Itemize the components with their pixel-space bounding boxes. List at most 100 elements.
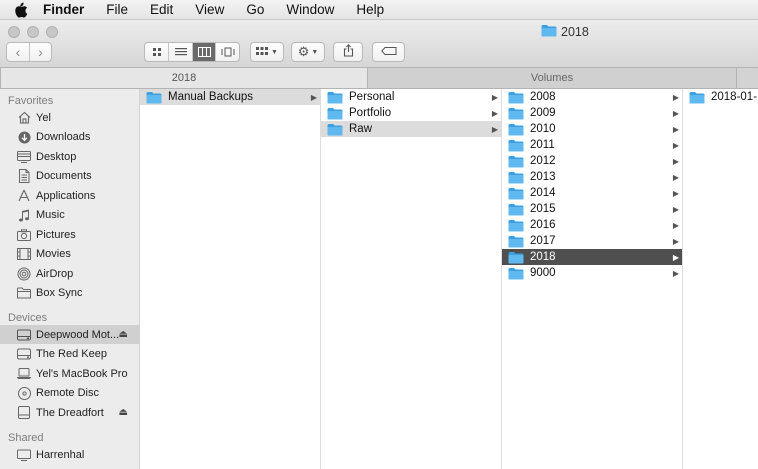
tag-button[interactable] (372, 42, 405, 62)
sidebar-item-box-sync[interactable]: Box Sync (0, 284, 139, 303)
sidebar-item-applications[interactable]: Applications (0, 186, 139, 205)
list-item[interactable]: 2008 ▶ (502, 89, 682, 105)
list-item-label: 2010 (530, 123, 556, 135)
zoom-window-button[interactable] (46, 26, 58, 38)
back-forward-buttons: ‹ › (6, 42, 52, 62)
eject-icon[interactable]: ⏏ (119, 329, 128, 340)
disclosure-arrow-icon: ▶ (491, 92, 498, 102)
sidebar-item-pictures[interactable]: Pictures (0, 225, 139, 244)
sidebar-item-remote-disc[interactable]: Remote Disc (0, 384, 139, 403)
eject-icon[interactable]: ⏏ (119, 407, 128, 418)
disclosure-arrow-icon: ▶ (672, 140, 679, 150)
drive-icon (17, 406, 31, 420)
forward-icon[interactable]: › (28, 43, 51, 61)
list-item-label: 2011 (530, 139, 555, 151)
sidebar-item-movies[interactable]: Movies (0, 245, 139, 264)
menu-finder[interactable]: Finder (43, 2, 84, 17)
sidebar-item-yel[interactable]: Yel (0, 108, 139, 127)
sidebar-item-airdrop[interactable]: AirDrop (0, 264, 139, 283)
list-item-label: 2016 (530, 219, 556, 231)
close-window-button[interactable] (8, 26, 20, 38)
list-item-label: 2009 (530, 107, 556, 119)
list-item[interactable]: 2016 ▶ (502, 217, 682, 233)
tab-bar: 2018 Volumes (0, 68, 758, 89)
list-item-label: 2018-01- (711, 91, 758, 103)
menu-help[interactable]: Help (356, 2, 384, 17)
list-item-label: 2015 (530, 203, 556, 215)
list-item[interactable]: 2010 ▶ (502, 121, 682, 137)
share-button[interactable] (333, 42, 363, 62)
downloads-icon (17, 130, 31, 144)
list-item[interactable]: Manual Backups ▶ (140, 89, 320, 105)
list-item-selected[interactable]: 2018 ▶ (502, 249, 682, 265)
window-toolbar: 2018 ‹ › ▼ ⚙ ▼ (0, 20, 758, 68)
tab-volumes[interactable]: Volumes (368, 68, 737, 88)
list-item[interactable]: Raw ▶ (321, 121, 501, 137)
sidebar-item-downloads[interactable]: Downloads (0, 128, 139, 147)
list-item[interactable]: 2018-01- (683, 89, 758, 105)
sidebar-item-music[interactable]: Music (0, 206, 139, 225)
menu-bar: Finder File Edit View Go Window Help (0, 0, 758, 20)
folder-icon (508, 235, 524, 248)
sidebar-item-deepwood-motte[interactable]: Deepwood Mot... ⏏ (0, 325, 139, 344)
folder-icon (508, 203, 524, 216)
list-item[interactable]: Portfolio ▶ (321, 105, 501, 121)
arrange-icon (256, 46, 269, 59)
sidebar-item-the-red-keep[interactable]: The Red Keep (0, 345, 139, 364)
list-item[interactable]: 2011 ▶ (502, 137, 682, 153)
sidebar-item-macbook-pro[interactable]: Yel's MacBook Pro (0, 364, 139, 383)
column-view-icon[interactable] (191, 43, 216, 61)
disclosure-arrow-icon: ▶ (672, 220, 679, 230)
sidebar-header-devices: Devices (8, 312, 48, 324)
apple-icon[interactable] (13, 1, 31, 18)
menu-go[interactable]: Go (246, 2, 264, 17)
menu-file[interactable]: File (106, 2, 128, 17)
sidebar-item-harrenhal[interactable]: Harrenhal (0, 445, 139, 464)
list-item-label: Personal (349, 91, 395, 103)
list-item-label: 2017 (530, 235, 556, 247)
list-item[interactable]: 2015 ▶ (502, 201, 682, 217)
menu-view[interactable]: View (195, 2, 224, 17)
list-item[interactable]: 2012 ▶ (502, 153, 682, 169)
disclosure-arrow-icon: ▶ (672, 92, 679, 102)
list-item[interactable]: 2017 ▶ (502, 233, 682, 249)
tab-2018[interactable]: 2018 (0, 68, 368, 88)
arrange-button[interactable]: ▼ (250, 42, 284, 62)
sidebar-header-favorites: Favorites (8, 95, 54, 107)
action-button[interactable]: ⚙ ▼ (291, 42, 325, 62)
disclosure-arrow-icon: ▶ (491, 124, 498, 134)
disclosure-arrow-icon: ▶ (672, 252, 679, 262)
sidebar: Favorites Yel Downloads Desktop Document… (0, 89, 140, 469)
home-icon (17, 111, 31, 125)
menu-edit[interactable]: Edit (150, 2, 173, 17)
list-item[interactable]: Personal ▶ (321, 89, 501, 105)
disc-icon (17, 386, 31, 400)
list-item[interactable]: 2014 ▶ (502, 185, 682, 201)
airdrop-icon (17, 267, 31, 281)
disclosure-arrow-icon: ▶ (672, 236, 679, 246)
list-item-label: 2014 (530, 187, 556, 199)
sidebar-item-label: Pictures (36, 228, 76, 241)
disclosure-arrow-icon: ▶ (672, 204, 679, 214)
sidebar-item-the-dreadfort[interactable]: The Dreadfort ⏏ (0, 403, 139, 422)
icon-view-icon[interactable] (145, 43, 168, 61)
sidebar-item-desktop[interactable]: Desktop (0, 147, 139, 166)
folder-icon (508, 139, 524, 152)
folder-icon (541, 24, 557, 40)
back-icon[interactable]: ‹ (7, 43, 29, 61)
list-item[interactable]: 2013 ▶ (502, 169, 682, 185)
list-item[interactable]: 2009 ▶ (502, 105, 682, 121)
list-item-label: Manual Backups (168, 91, 254, 103)
list-view-icon[interactable] (168, 43, 192, 61)
music-icon (17, 208, 31, 222)
disclosure-arrow-icon: ▶ (672, 188, 679, 198)
sidebar-item-documents[interactable]: Documents (0, 167, 139, 186)
cover-flow-icon[interactable] (215, 43, 239, 61)
sidebar-item-label: AirDrop (36, 267, 74, 280)
minimize-window-button[interactable] (27, 26, 39, 38)
folder-icon (508, 219, 524, 232)
browser-column-4: 2018-01- (683, 89, 758, 469)
menu-window[interactable]: Window (286, 2, 334, 17)
list-item[interactable]: 9000 ▶ (502, 265, 682, 281)
folder-icon (508, 123, 524, 136)
